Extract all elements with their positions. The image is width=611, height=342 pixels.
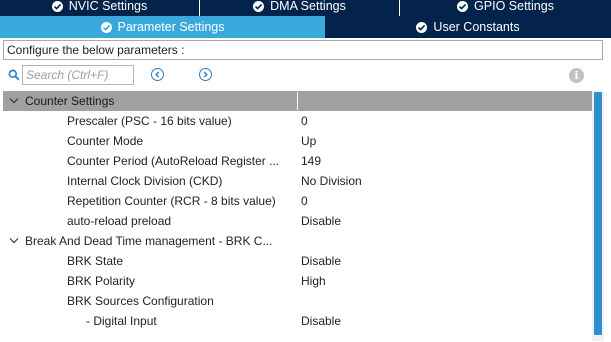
search-input[interactable]: [22, 65, 134, 85]
chevron-left-icon: [155, 71, 160, 78]
param-name: Repetition Counter (RCR - 8 bits value): [67, 194, 276, 208]
tab-bar-top: NVIC Settings DMA Settings GPIO Settings: [0, 0, 611, 16]
param-name: - Digital Input: [86, 314, 157, 328]
param-name: Counter Mode: [67, 134, 144, 148]
scrollbar-thumb[interactable]: [594, 92, 602, 335]
group-counter-settings[interactable]: Counter Settings: [3, 91, 592, 111]
table-row[interactable]: BRK Sources Configuration: [3, 291, 592, 311]
parameter-table: Counter Settings Prescaler (PSC - 16 bit…: [3, 91, 592, 341]
param-value[interactable]: 149: [301, 151, 321, 171]
search-icon: [8, 69, 20, 84]
chevron-down-icon: [9, 238, 19, 244]
param-value[interactable]: 0: [301, 191, 308, 211]
vertical-scrollbar[interactable]: [592, 91, 604, 341]
param-name: Counter Period (AutoReload Register ...: [67, 154, 280, 168]
tab-user-constants[interactable]: User Constants: [325, 16, 611, 38]
check-circle-icon: [100, 21, 112, 33]
tab-parameter-settings[interactable]: Parameter Settings: [0, 16, 325, 38]
check-circle-icon: [253, 0, 265, 12]
chevron-down-icon: [9, 98, 19, 104]
tab-label: NVIC Settings: [68, 0, 148, 13]
chevron-right-icon: [203, 71, 208, 78]
group-title: Counter Settings: [25, 94, 115, 108]
info-icon[interactable]: i: [569, 68, 584, 83]
param-value[interactable]: No Division: [301, 171, 362, 191]
tab-label: Parameter Settings: [117, 20, 225, 34]
tab-dma-settings[interactable]: DMA Settings: [200, 0, 400, 16]
table-row[interactable]: Counter Period (AutoReload Register ... …: [3, 151, 592, 171]
param-name: BRK Sources Configuration: [67, 294, 214, 308]
check-circle-icon: [457, 0, 469, 12]
param-value[interactable]: Up: [301, 131, 316, 151]
param-name: Internal Clock Division (CKD): [67, 174, 223, 188]
group-title: Break And Dead Time management - BRK C..…: [25, 234, 273, 248]
param-value[interactable]: Disable: [301, 311, 341, 331]
param-name: BRK Polarity: [67, 274, 136, 288]
search-bar: [0, 64, 611, 88]
table-row[interactable]: Internal Clock Division (CKD) No Divisio…: [3, 171, 592, 191]
group-break-dead-time[interactable]: Break And Dead Time management - BRK C..…: [3, 231, 592, 251]
tab-bar-bottom: Parameter Settings User Constants: [0, 16, 611, 38]
table-row[interactable]: Prescaler (PSC - 16 bits value) 0: [3, 111, 592, 131]
description-box: Configure the below parameters :: [3, 40, 603, 60]
search-previous-button[interactable]: [151, 68, 164, 81]
table-row[interactable]: BRK State Disable: [3, 251, 592, 271]
check-circle-icon: [51, 0, 63, 12]
table-row[interactable]: Repetition Counter (RCR - 8 bits value) …: [3, 191, 592, 211]
param-name: Prescaler (PSC - 16 bits value): [67, 114, 232, 128]
search-next-button[interactable]: [199, 68, 212, 81]
table-row[interactable]: - Digital Input Disable: [3, 311, 592, 331]
param-name: auto-reload preload: [67, 214, 172, 228]
tab-label: User Constants: [433, 20, 520, 34]
column-divider: [297, 92, 298, 110]
table-row[interactable]: Counter Mode Up: [3, 131, 592, 151]
tab-gpio-settings[interactable]: GPIO Settings: [400, 0, 611, 16]
table-row[interactable]: auto-reload preload Disable: [3, 211, 592, 231]
tab-nvic-settings[interactable]: NVIC Settings: [0, 0, 200, 16]
tab-label: DMA Settings: [270, 0, 346, 13]
param-value[interactable]: Disable: [301, 251, 341, 271]
param-name: BRK State: [67, 254, 124, 268]
param-value[interactable]: 0: [301, 111, 308, 131]
table-row[interactable]: BRK Polarity High: [3, 271, 592, 291]
param-value[interactable]: High: [301, 271, 326, 291]
check-circle-icon: [416, 21, 428, 33]
right-gutter: [604, 40, 611, 342]
param-value[interactable]: Disable: [301, 211, 341, 231]
tab-label: GPIO Settings: [474, 0, 554, 13]
